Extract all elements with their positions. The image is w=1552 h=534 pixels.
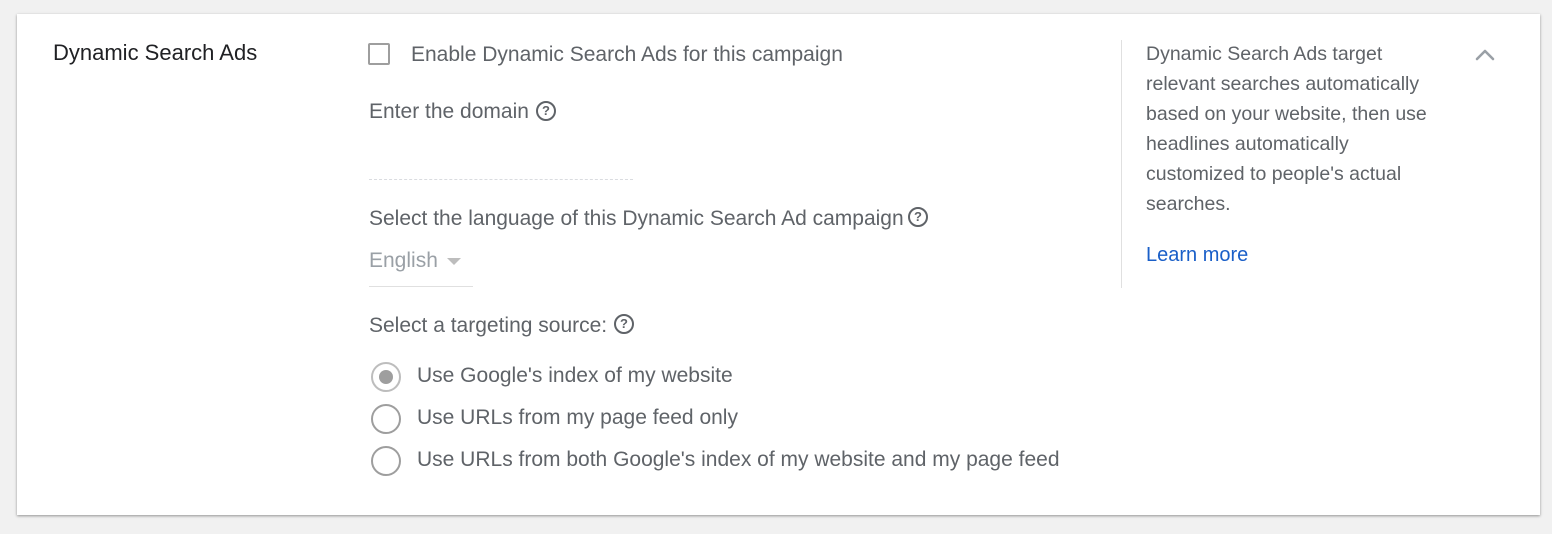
description-line: relevant searches automatically xyxy=(1146,73,1420,95)
domain-label: Enter the domain xyxy=(369,100,529,123)
sidebar-description: Dynamic Search Ads target relevant searc… xyxy=(1146,39,1446,219)
description-line: based on your website, then use xyxy=(1146,103,1427,125)
domain-input[interactable] xyxy=(369,149,633,177)
language-select[interactable]: English xyxy=(369,246,473,287)
domain-help-icon[interactable]: ? xyxy=(536,101,556,121)
description-line: Dynamic Search Ads target xyxy=(1146,43,1383,65)
dsa-settings-card: Dynamic Search Ads Enable Dynamic Search… xyxy=(17,14,1540,515)
radio-selected-dot xyxy=(379,370,393,384)
description-line: headlines automatically xyxy=(1146,133,1349,155)
description-line: customized to people's actual xyxy=(1146,163,1402,185)
language-selected-value: English xyxy=(369,249,438,272)
language-label: Select the language of this Dynamic Sear… xyxy=(369,207,904,230)
domain-input-underline xyxy=(369,179,633,180)
enable-dsa-checkbox[interactable] xyxy=(368,43,390,65)
targeting-label: Select a targeting source: xyxy=(369,314,608,337)
learn-more-link[interactable]: Learn more xyxy=(1146,244,1248,267)
radio-both-sources-label[interactable]: Use URLs from both Google's index of my … xyxy=(417,448,1060,472)
targeting-help-icon[interactable]: ? xyxy=(614,314,634,334)
radio-page-feed-only-label[interactable]: Use URLs from my page feed only xyxy=(417,406,738,430)
sidebar-divider xyxy=(1121,40,1122,288)
radio-google-index-label[interactable]: Use Google's index of my website xyxy=(417,364,733,388)
radio-both-sources[interactable] xyxy=(371,446,401,476)
enable-dsa-label[interactable]: Enable Dynamic Search Ads for this campa… xyxy=(411,43,843,67)
radio-google-index[interactable] xyxy=(371,362,401,392)
description-line: searches. xyxy=(1146,193,1231,215)
language-help-icon[interactable]: ? xyxy=(908,207,928,227)
radio-page-feed-only[interactable] xyxy=(371,404,401,434)
chevron-up-icon[interactable] xyxy=(1473,45,1497,65)
dropdown-arrow-icon xyxy=(447,258,461,265)
section-title: Dynamic Search Ads xyxy=(53,40,258,65)
